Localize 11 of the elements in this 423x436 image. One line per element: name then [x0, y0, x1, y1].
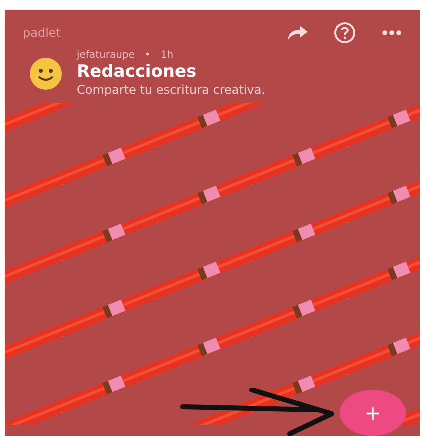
author-name: jefaturaupe — [77, 50, 135, 61]
app-logo: padlet — [23, 26, 62, 40]
add-post-button[interactable]: + — [340, 390, 406, 436]
board-title: Redacciones — [77, 61, 198, 83]
smiley-icon — [29, 56, 63, 90]
more-icon[interactable] — [382, 30, 402, 36]
share-icon[interactable] — [288, 26, 308, 40]
post-time: 1h — [160, 50, 174, 61]
separator-dot: • — [144, 50, 151, 61]
board-description: Comparte tu escritura creativa. — [77, 83, 266, 97]
help-icon[interactable] — [334, 22, 356, 44]
